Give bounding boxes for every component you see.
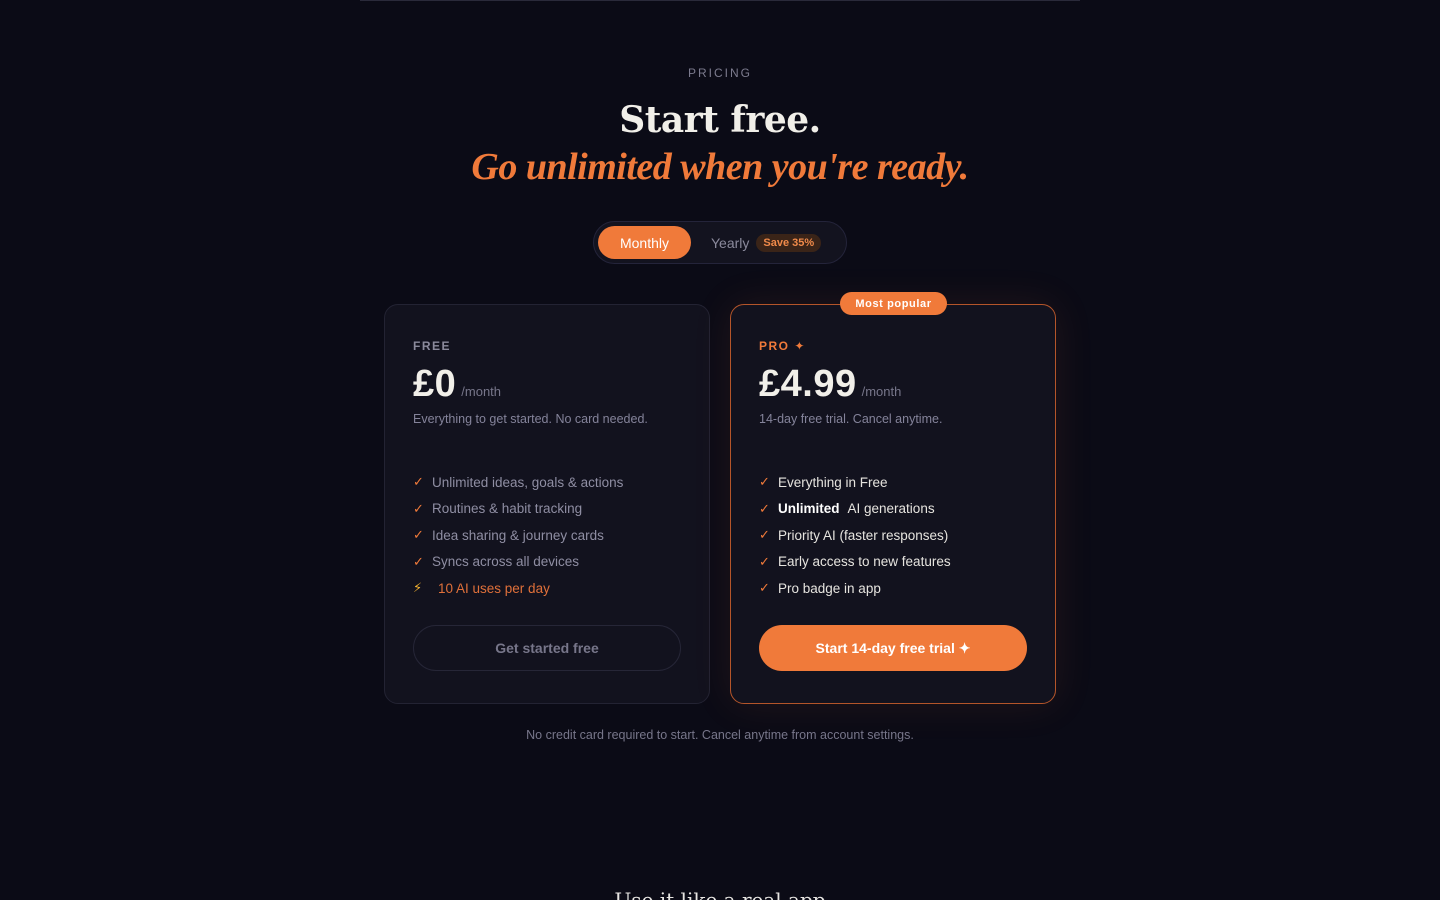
monthly-toggle-button[interactable]: Monthly (598, 226, 691, 259)
billing-toggle: Monthly Yearly Save 35% (593, 221, 847, 264)
price-row: £0 /month (413, 363, 501, 406)
plan-price: £4.99 (759, 363, 857, 405)
plan-price: £0 (413, 363, 457, 405)
section-eyebrow: PRICING (687, 66, 752, 80)
check-icon: ✓ (413, 474, 424, 490)
check-icon: ✓ (413, 527, 424, 543)
most-popular-badge: Most popular (840, 292, 947, 315)
plan-subtitle: 14-day free trial. Cancel anytime. (759, 412, 943, 426)
pro-plan-card: Most popular PRO ✦ £4.99 /month 14-day f… (730, 292, 1056, 704)
yearly-label: Yearly (711, 234, 750, 251)
start-free-trial-button[interactable]: Start 14-day free trial ✦ (759, 625, 1027, 671)
save-badge: Save 35% (756, 233, 822, 252)
plan-subtitle: Everything to get started. No card neede… (413, 412, 648, 426)
top-divider (360, 0, 1080, 1)
check-icon: ✓ (759, 553, 770, 569)
check-icon: ✓ (759, 474, 770, 490)
list-item: ✓ Unlimited ideas, goals & actions (413, 474, 624, 490)
list-item: ✓ Idea sharing & journey cards (413, 527, 604, 543)
list-item: ✓ Everything in Free (759, 474, 888, 490)
pricing-page: PRICING Start free. Go unlimited when yo… (0, 0, 1440, 900)
free-plan-card: FREE £0 /month Everything to get started… (384, 304, 710, 704)
plan-tier: FREE (413, 339, 452, 353)
check-icon: ✓ (759, 580, 770, 596)
bolt-icon: ⚡ (413, 580, 423, 596)
next-section-heading: Use it like a real app (614, 888, 826, 900)
list-item: ✓ Syncs across all devices (413, 553, 580, 570)
check-icon: ✓ (413, 500, 424, 516)
list-item: ✓ Routines & habit tracking (413, 500, 583, 517)
plan-period: /month (861, 384, 902, 399)
list-item: ✓ Unlimited AI generations (759, 500, 935, 517)
yearly-toggle-button[interactable]: Yearly Save 35% (702, 226, 842, 259)
check-icon: ✓ (413, 553, 424, 569)
list-item: ✓ Priority AI (faster responses) (759, 527, 949, 543)
page-subtitle: Go unlimited when you're ready. (471, 146, 969, 188)
pricing-footnote: No credit card required to start. Cancel… (526, 728, 914, 742)
list-item: ✓ Pro badge in app (759, 580, 881, 596)
plan-tier: PRO ✦ (759, 339, 806, 353)
get-started-free-button[interactable]: Get started free (413, 625, 681, 671)
list-item: ✓ Early access to new features (759, 553, 951, 570)
check-icon: ✓ (759, 500, 770, 516)
price-row: £4.99 /month (759, 363, 901, 406)
feature-list: ✓ Everything in Free ✓ Unlimited AI generat… (759, 469, 951, 602)
check-icon: ✓ (759, 527, 770, 543)
page-title: Start free. (619, 99, 821, 141)
feature-list: ✓ Unlimited ideas, goals & actions ✓ Routi… (413, 469, 623, 602)
ai-limit-item: ⚡ 10 AI uses per day (413, 580, 550, 596)
plan-period: /month (461, 384, 502, 399)
